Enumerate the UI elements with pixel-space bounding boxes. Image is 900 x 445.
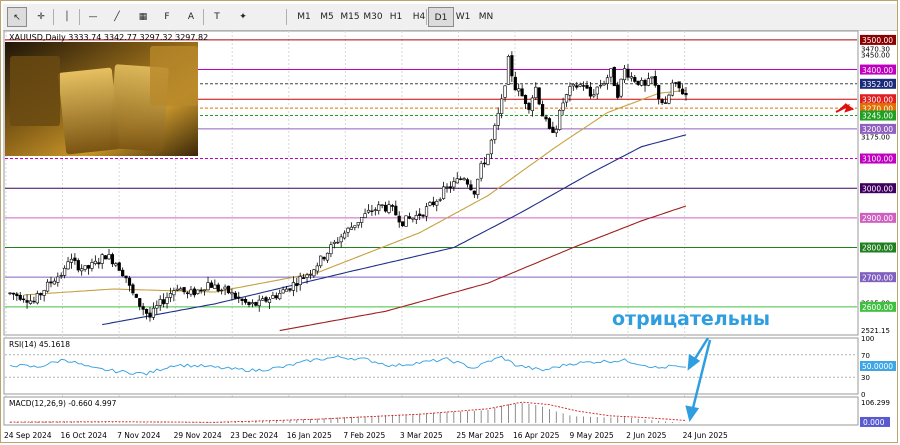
level-label: 2800.00: [860, 242, 896, 253]
date-tick: 7 Nov 2024: [117, 431, 160, 440]
date-tick: 24 Sep 2024: [4, 431, 52, 440]
symbol-header: XAUUSD,Daily 3333.74 3342.77 3297.32 329…: [9, 33, 208, 42]
date-tick: 16 Apr 2025: [513, 431, 560, 440]
level-label: 3352.00: [860, 78, 896, 89]
level-label: 3300.00: [860, 94, 896, 104]
candle: [667, 93, 671, 105]
macd-tick: 0.000: [863, 418, 885, 427]
date-tick: 23 Dec 2024: [230, 431, 278, 440]
candle: [134, 293, 138, 298]
candle: [506, 54, 511, 85]
macd-label: MACD(12,26,9) -0.660 4.997: [9, 399, 117, 408]
candle: [404, 215, 408, 227]
candle: [103, 255, 108, 260]
macd-tick: 106.299: [861, 399, 890, 407]
gold-bars-image: [5, 42, 198, 156]
date-tick: 7 Feb 2025: [343, 431, 385, 440]
rsi-tick: 0: [861, 391, 865, 399]
date-tick: 25 Mar 2025: [456, 431, 504, 440]
svg-text:2600.00: 2600.00: [862, 303, 893, 312]
macd-pane[interactable]: [3, 396, 859, 426]
date-tick: 16 Oct 2024: [61, 431, 108, 440]
svg-text:2900.00: 2900.00: [862, 214, 893, 223]
level-label: 3200.00: [860, 123, 896, 134]
chart-svg: XAUUSD,Daily 3333.74 3342.77 3297.32 329…: [3, 30, 896, 440]
svg-text:2700.00: 2700.00: [862, 273, 893, 282]
svg-text:3300.00: 3300.00: [862, 95, 893, 104]
level-label: 3245.00: [860, 110, 896, 121]
svg-text:3245.00: 3245.00: [862, 112, 893, 121]
rsi-tick: 70: [861, 352, 870, 360]
annotation-text: отрицательны: [612, 308, 770, 330]
date-tick: 16 Jan 2025: [287, 431, 332, 440]
level-label: 3000.00: [860, 183, 896, 193]
candle: [612, 66, 616, 87]
rsi-current-label: 50.0000: [862, 362, 893, 371]
candle: [547, 117, 552, 130]
rsi-label: RSI(14) 45.1618: [9, 340, 70, 349]
candle: [479, 160, 483, 182]
svg-text:3500.00: 3500.00: [862, 36, 893, 45]
date-tick: 24 Jun 2025: [683, 431, 728, 440]
level-labels: 3500.003400.003352.003300.003270.003245.…: [860, 34, 896, 312]
level-label: 2600.00: [860, 301, 896, 312]
date-tick: 3 Mar 2025: [400, 431, 443, 440]
svg-text:3400.00: 3400.00: [862, 66, 893, 75]
svg-text:3352.00: 3352.00: [862, 80, 893, 89]
level-label: 2700.00: [860, 272, 896, 282]
candle: [619, 78, 623, 99]
svg-text:3200.00: 3200.00: [862, 125, 893, 134]
date-tick: 29 Nov 2024: [174, 431, 222, 440]
date-tick: 9 May 2025: [570, 431, 614, 440]
candle: [537, 87, 541, 106]
candle: [486, 153, 490, 166]
candle: [226, 285, 231, 295]
rsi-pane[interactable]: [3, 337, 859, 395]
candle: [117, 261, 121, 271]
price-tick: 3450.00: [861, 52, 890, 60]
price-tick: 2521.15: [861, 327, 890, 335]
price-tick: 3175.00: [861, 133, 890, 141]
svg-text:3000.00: 3000.00: [862, 184, 893, 193]
rsi-tick: 30: [861, 374, 870, 382]
svg-text:3100.00: 3100.00: [862, 155, 893, 164]
level-label: 3400.00: [860, 64, 896, 75]
level-label: 3100.00: [860, 153, 896, 164]
rsi-tick: 100: [861, 335, 874, 343]
candle: [196, 289, 200, 295]
level-label: 2900.00: [860, 212, 896, 223]
candle: [558, 109, 562, 131]
date-tick: 2 Jun 2025: [626, 431, 667, 440]
date-axis: 24 Sep 2024 16 Oct 2024 7 Nov 2024 29 Nov 2…: [4, 431, 728, 440]
svg-text:2800.00: 2800.00: [862, 244, 893, 253]
candle: [76, 258, 80, 273]
candle: [254, 301, 258, 307]
level-label: 3500.00: [860, 34, 896, 45]
